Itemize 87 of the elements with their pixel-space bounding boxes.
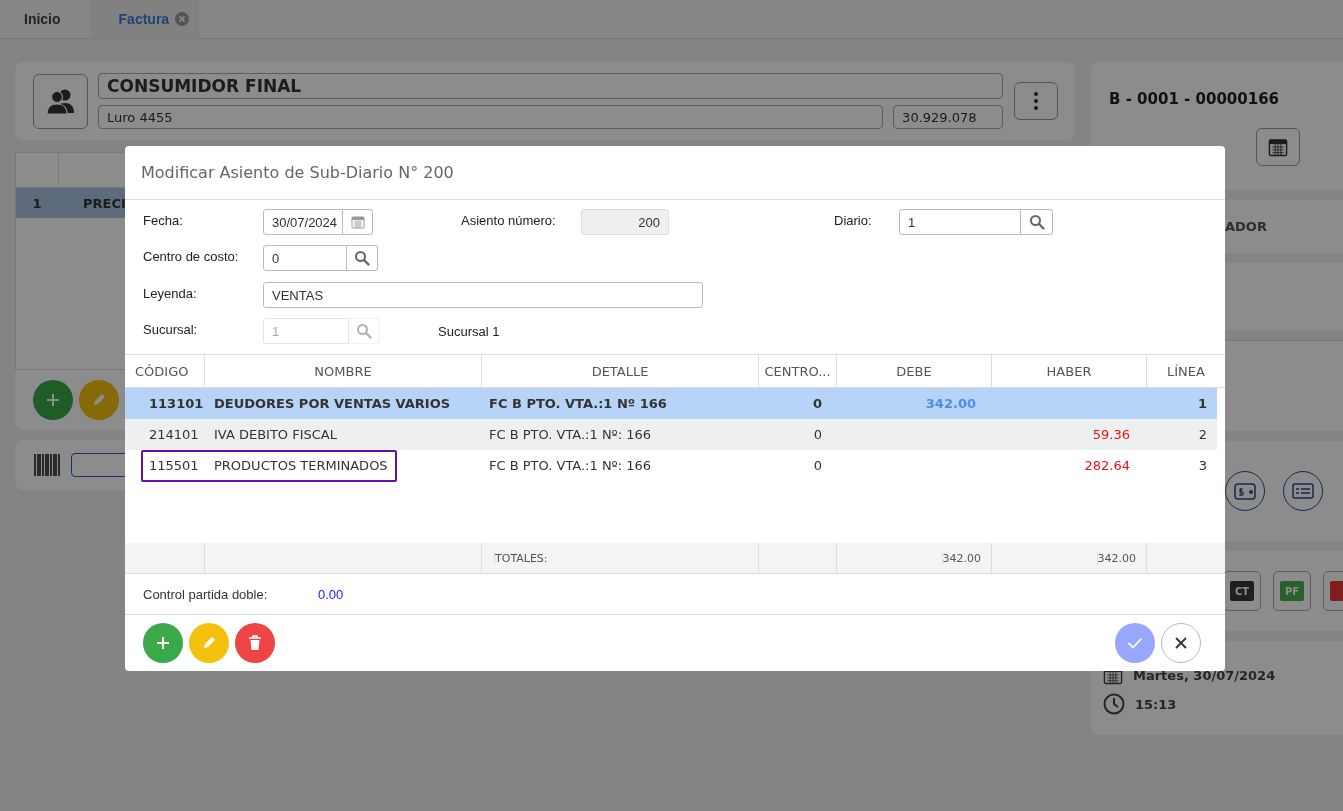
- search-icon: [354, 250, 370, 266]
- table-row[interactable]: 113101 DEUDORES POR VENTAS VARIOS FC B PTO. VTA.:1 Nº 166 0 342.00 1: [125, 388, 1217, 419]
- tax-id-field[interactable]: 30.929.078: [893, 105, 1003, 129]
- column-header: DETALLE: [481, 355, 758, 387]
- address-field[interactable]: Luro 4455: [98, 105, 884, 129]
- search-button[interactable]: [1021, 209, 1053, 235]
- table-cell-text: 3: [1197, 458, 1208, 473]
- field-label: Diario:: [834, 212, 873, 228]
- column-header: CÓDIGO: [134, 362, 190, 381]
- column-header: HABER: [991, 355, 1146, 387]
- table-cell-text: PRODUCTOS TERMINADOS: [213, 458, 389, 473]
- total-debit: 342.00: [941, 551, 981, 565]
- search-button[interactable]: [347, 245, 378, 271]
- table-row[interactable]: 214101 IVA DEBITO FISCAL FC B PTO. VTA.:1 Nº: 166 0 59.36 2: [125, 419, 1217, 450]
- clock-icon: [1103, 693, 1125, 715]
- table-cell-text: FC B PTO. VTA.:1 Nº: 166: [488, 458, 653, 473]
- table-cell: 282.64: [1084, 458, 1130, 473]
- document-button[interactable]: CT: [1223, 571, 1261, 611]
- column-header: LÍNEA: [1146, 355, 1225, 387]
- add-button[interactable]: [33, 380, 73, 420]
- table-cell-text: 0: [811, 396, 823, 411]
- search-icon: [1028, 214, 1045, 230]
- field-label: Centro de costo:: [143, 248, 240, 264]
- date-picker-button[interactable]: [343, 209, 373, 235]
- cost-center-field[interactable]: 0: [263, 245, 347, 271]
- table-cell-text: IVA DEBITO FISCAL: [213, 427, 338, 442]
- column-header: DEBE: [836, 355, 991, 387]
- calendar-icon: [1268, 137, 1288, 157]
- column-header: CENTRO...: [758, 355, 836, 387]
- control-label: Control partida doble:: [143, 586, 269, 602]
- table-cell-text: FC B PTO. VTA.:1 Nº: 166: [488, 427, 653, 442]
- table-cell: 342.00: [925, 396, 976, 411]
- totals-label: TOTALES:: [494, 551, 548, 565]
- journal-field[interactable]: 1: [899, 209, 1021, 235]
- total-credit: 342.00: [1096, 551, 1136, 565]
- wallet-icon: [1234, 482, 1256, 500]
- customer-name-field[interactable]: CONSUMIDOR FINAL: [98, 73, 1003, 99]
- table-cell-text: 1: [1196, 396, 1208, 411]
- calendar-icon: [350, 215, 365, 229]
- confirm-button[interactable]: [1115, 623, 1155, 663]
- pencil-icon: [201, 635, 217, 651]
- close-icon: [175, 12, 190, 26]
- dialog-title: Modificar Asiento de Sub-Diario N° 200: [141, 163, 454, 182]
- table-row[interactable]: 115501 PRODUCTOS TERMINADOS FC B PTO. VTA.:1 Nº: 166 0 282.64 3: [125, 450, 1217, 481]
- add-button[interactable]: [143, 623, 183, 663]
- field-label: Asiento número:: [461, 212, 557, 228]
- close-button[interactable]: [1161, 623, 1201, 663]
- search-icon: [356, 323, 372, 339]
- table-cell-text: 0: [812, 427, 823, 442]
- table-cell-text: FC B PTO. VTA.:1 Nº 166: [488, 396, 668, 411]
- table-cell-text: 115501: [148, 458, 200, 473]
- invoice-number: B - 0001 - 00000166: [1109, 90, 1281, 108]
- customer-button[interactable]: [33, 73, 88, 129]
- plus-icon: [46, 393, 60, 407]
- table-cell-text: 113101: [148, 396, 204, 411]
- field-label: Sucursal:: [143, 321, 199, 337]
- tab[interactable]: Inicio: [0, 0, 91, 38]
- time-text: 15:13: [1135, 696, 1177, 712]
- trash-icon: [248, 635, 262, 651]
- date-field[interactable]: 30/07/2024: [263, 209, 343, 235]
- table-cell-text: 0: [812, 458, 823, 473]
- kebab-icon: [1034, 92, 1038, 110]
- table-cell: 59.36: [1092, 427, 1130, 442]
- plus-icon: [156, 636, 170, 650]
- users-icon: [45, 88, 76, 114]
- card-icon: [1292, 483, 1314, 499]
- more-menu-button[interactable]: [1014, 82, 1058, 120]
- entry-number-field: 200: [581, 209, 669, 235]
- check-icon: [1127, 637, 1143, 649]
- pencil-icon: [91, 392, 107, 408]
- date-text: Martes, 30/07/2024: [1133, 667, 1276, 683]
- close-icon: [1174, 636, 1188, 650]
- table-cell-text: DEUDORES POR VENTAS VARIOS: [213, 396, 452, 411]
- control-value: 0.00: [318, 586, 344, 602]
- delete-button[interactable]: [235, 623, 275, 663]
- column-header: NOMBRE: [204, 355, 481, 387]
- calendar-button[interactable]: [1256, 128, 1300, 166]
- branch-name: Sucursal 1: [438, 323, 500, 339]
- field-label: Leyenda:: [143, 285, 198, 301]
- card-button[interactable]: [1283, 471, 1323, 511]
- table-cell-text: 214101: [148, 427, 200, 442]
- table-cell-text: 2: [1197, 427, 1208, 442]
- section-label: ADOR: [1225, 219, 1267, 234]
- legend-field[interactable]: VENTAS: [263, 282, 703, 308]
- barcode-icon: [33, 453, 61, 477]
- cash-button[interactable]: [1225, 471, 1265, 511]
- field-label: Fecha:: [143, 212, 184, 228]
